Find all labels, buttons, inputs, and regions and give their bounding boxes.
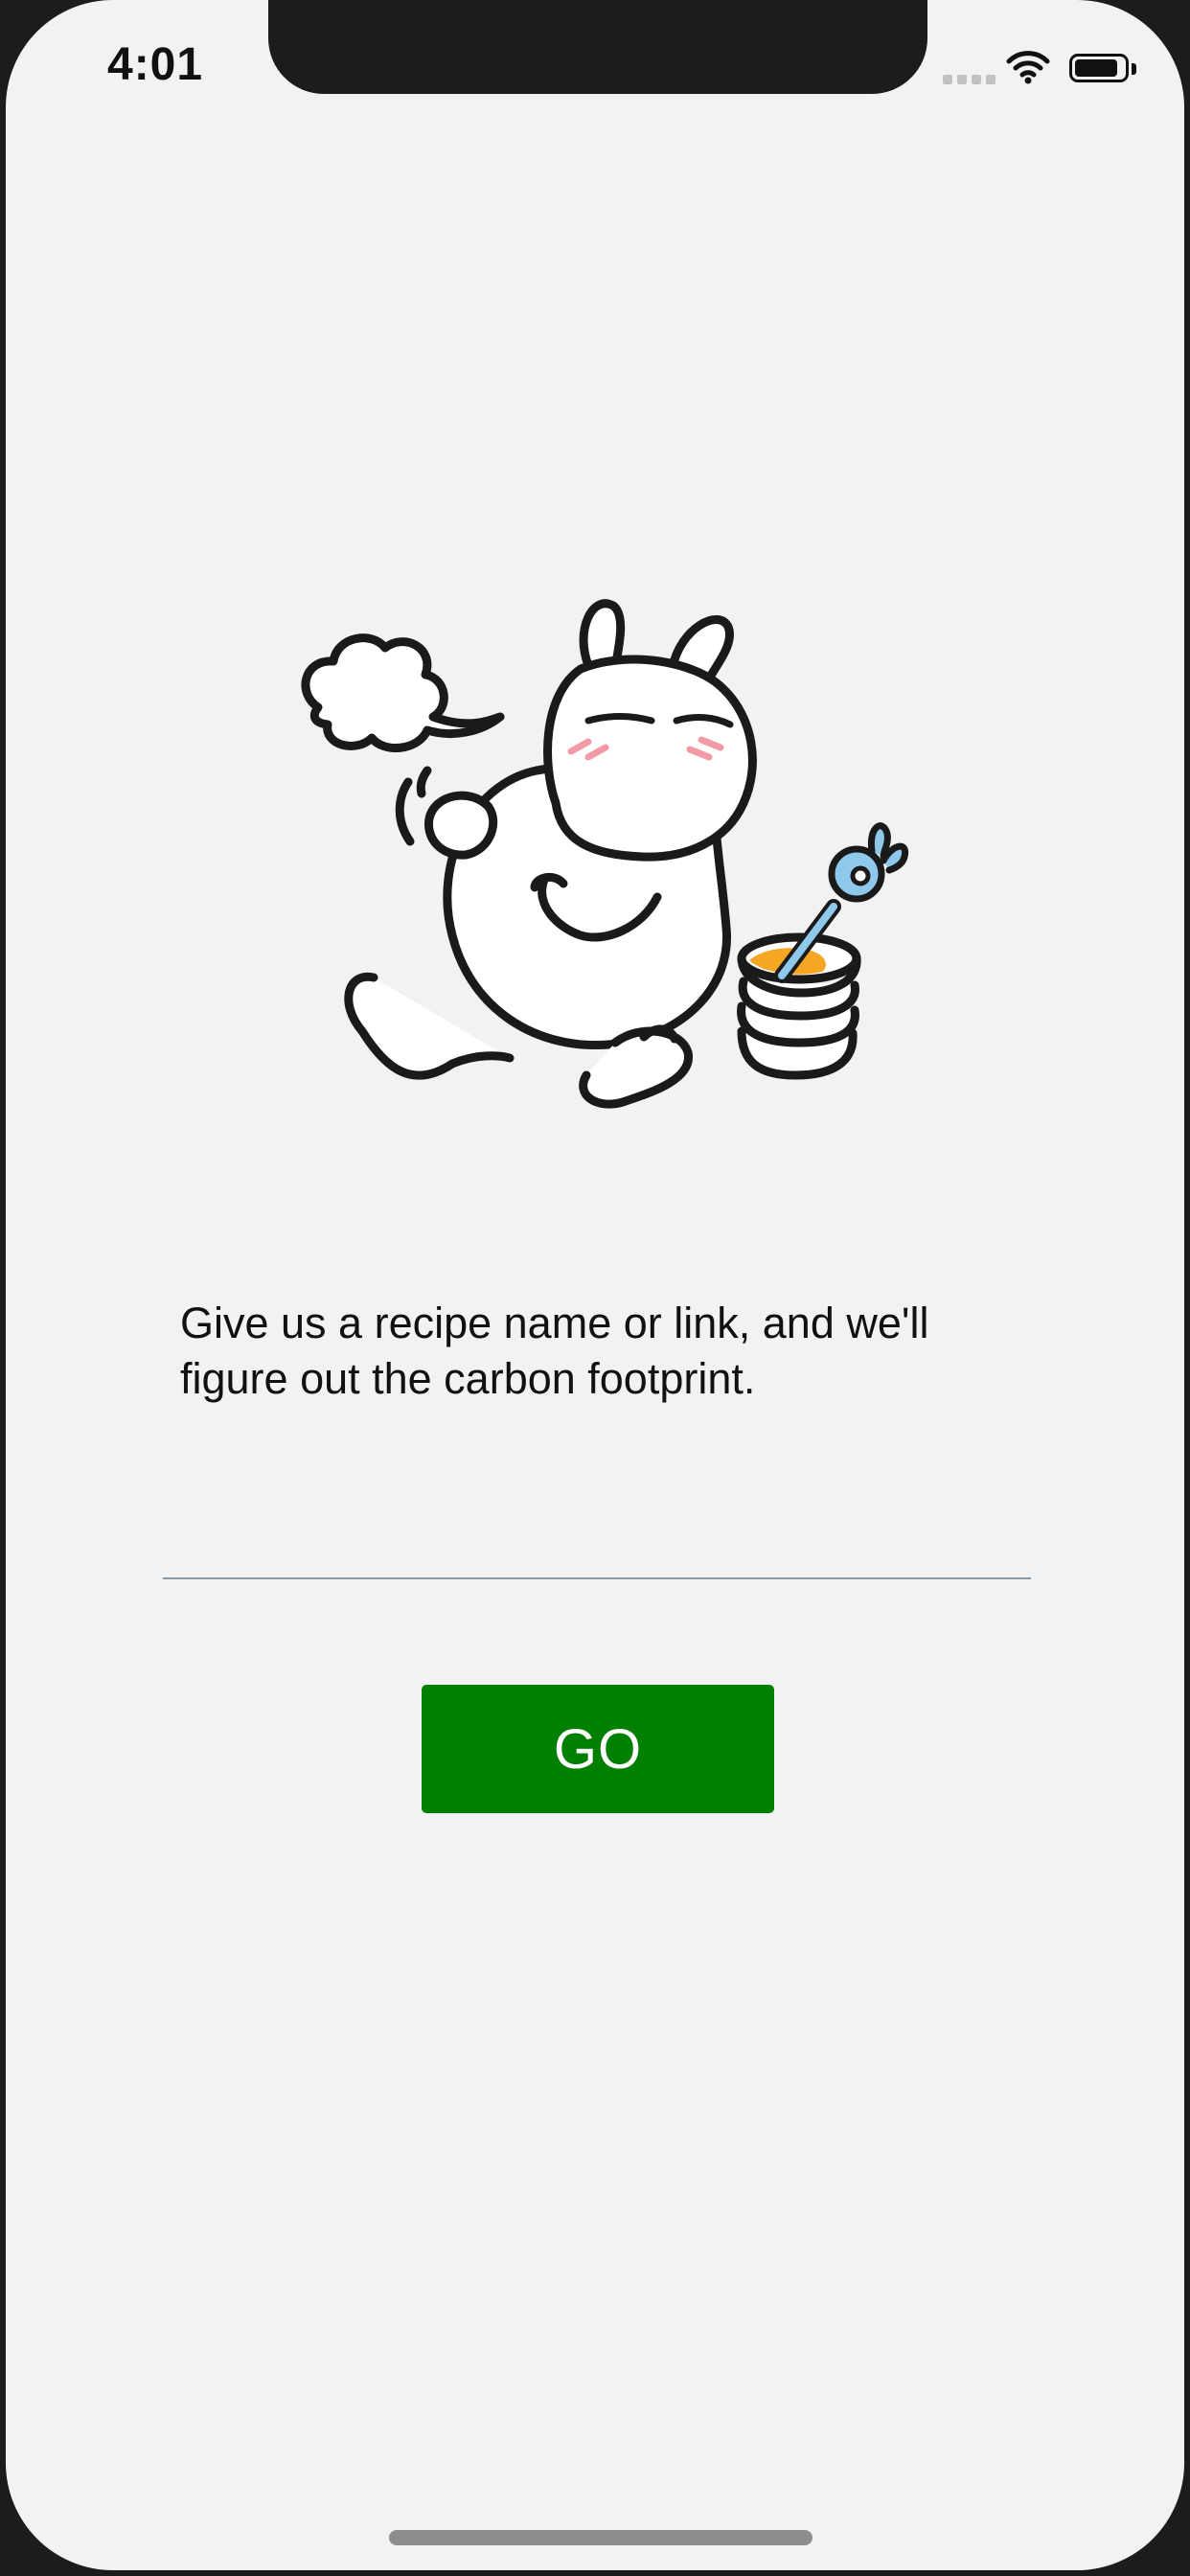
notch [268,0,927,94]
wifi-icon [1006,51,1050,84]
signal-icon [943,75,996,84]
status-time: 4:01 [107,39,204,90]
go-button[interactable]: GO [422,1685,774,1813]
status-icons [939,48,1150,90]
device-frame: 4:01 Give us a recipe name or link, and … [0,0,1190,2576]
app-screen: 4:01 Give us a recipe name or link, and … [6,0,1184,2570]
recipe-input[interactable] [163,1497,1031,1579]
battery-icon [1069,54,1129,82]
prompt-text: Give us a recipe name or link, and we'll… [180,1299,929,1403]
battery-level [1075,59,1117,77]
sleepy-bunny-illustration [301,599,909,1109]
battery-cap [1132,63,1136,75]
home-indicator[interactable] [389,2530,812,2545]
